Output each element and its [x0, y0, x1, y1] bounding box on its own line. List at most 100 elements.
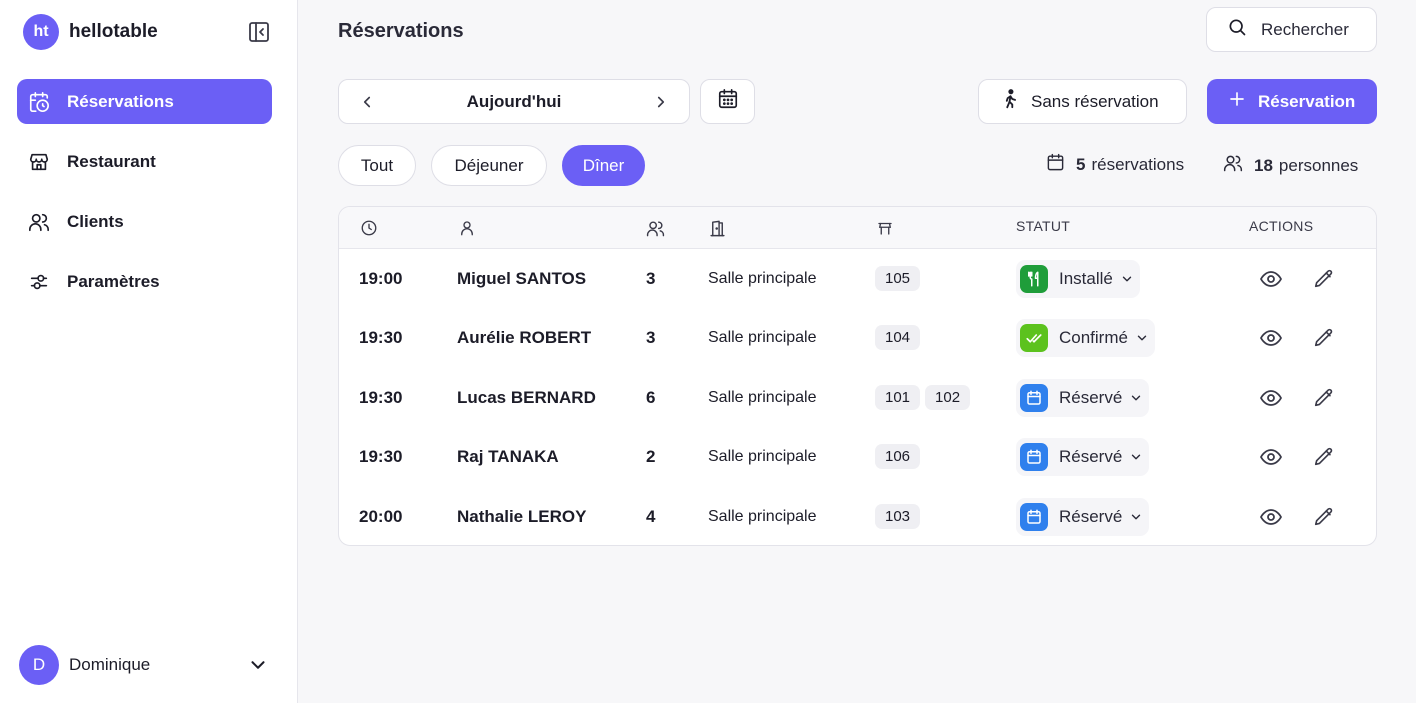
- table-row[interactable]: 19:30 Aurélie ROBERT 3 Salle principale …: [339, 308, 1376, 367]
- status-cell: Réservé: [1016, 368, 1150, 427]
- party-size: 4: [646, 506, 656, 526]
- table-numbers: 104: [875, 308, 925, 367]
- sidebar-item-label: Paramètres: [67, 271, 160, 291]
- pencil-icon[interactable]: [1313, 249, 1335, 308]
- chevron-down-icon: [247, 654, 269, 681]
- eye-icon[interactable]: [1259, 249, 1283, 308]
- guest-name[interactable]: Miguel SANTOS: [457, 249, 586, 308]
- door-icon[interactable]: [708, 219, 727, 241]
- table-numbers: 105: [875, 249, 925, 308]
- current-date-label[interactable]: Aujourd'hui: [339, 92, 689, 112]
- date-navigator: Aujourd'hui: [338, 79, 690, 124]
- calendar-clock-icon: [28, 91, 50, 113]
- sidebar: ht hellotable Réservations Restaurant Cl…: [0, 0, 298, 703]
- table-number-chip: 103: [875, 504, 921, 529]
- pencil-icon[interactable]: [1313, 427, 1335, 486]
- filter-diner[interactable]: Dîner: [562, 145, 645, 186]
- table-number-chip: 106: [875, 444, 921, 469]
- status-cell: Confirmé: [1016, 308, 1155, 367]
- column-header-actions: ACTIONS: [1249, 218, 1314, 234]
- filter-dejeuner[interactable]: Déjeuner: [431, 145, 547, 186]
- sidebar-item-clients[interactable]: Clients: [17, 199, 272, 244]
- party-size: 2: [646, 446, 656, 466]
- walk-in-button[interactable]: Sans réservation: [978, 79, 1187, 124]
- settings-sliders-icon: [28, 271, 50, 293]
- status-dropdown[interactable]: Réservé: [1016, 497, 1150, 536]
- guest-name[interactable]: Aurélie ROBERT: [457, 308, 591, 367]
- user-menu[interactable]: D Dominique: [19, 645, 271, 685]
- user-icon[interactable]: [458, 219, 476, 240]
- add-reservation-button[interactable]: Réservation: [1207, 79, 1377, 124]
- people-count-unit: personnes: [1278, 155, 1359, 175]
- reservation-time: 19:30: [359, 446, 403, 466]
- table-numbers: 106: [875, 427, 925, 486]
- table-number-chip: 102: [925, 385, 971, 410]
- chevron-down-icon: [1129, 450, 1143, 464]
- reservation-time: 19:30: [359, 387, 403, 407]
- chevron-down-icon: [1129, 391, 1143, 405]
- room-name: Salle principale: [708, 328, 817, 346]
- chevron-down-icon: [1135, 331, 1149, 345]
- people-count: 18 personnes: [1223, 153, 1358, 178]
- table-number-chip: 101: [875, 385, 921, 410]
- brand[interactable]: ht hellotable: [23, 14, 158, 50]
- status-dropdown[interactable]: Installé: [1016, 259, 1140, 298]
- avatar: D: [19, 645, 59, 685]
- fork-knife-icon: [1020, 264, 1048, 293]
- status-label: Réservé: [1059, 446, 1123, 466]
- users-icon: [28, 211, 50, 233]
- status-label: Réservé: [1059, 506, 1123, 526]
- users-icon: [1223, 153, 1243, 178]
- table-row[interactable]: 19:30 Raj TANAKA 2 Salle principale 106 …: [339, 427, 1376, 486]
- calendar-icon: [717, 88, 739, 115]
- pencil-icon[interactable]: [1313, 308, 1335, 367]
- chevron-right-icon[interactable]: [649, 90, 673, 114]
- guest-name[interactable]: Lucas BERNARD: [457, 368, 596, 427]
- store-icon: [28, 151, 50, 173]
- table-row[interactable]: 20:00 Nathalie LEROY 4 Salle principale …: [339, 487, 1376, 545]
- search-button[interactable]: Rechercher: [1206, 7, 1377, 52]
- pencil-icon[interactable]: [1313, 368, 1335, 427]
- app-name: hellotable: [69, 21, 158, 42]
- reservations-count-unit: réservations: [1091, 155, 1185, 174]
- table-row[interactable]: 19:30 Lucas BERNARD 6 Salle principale 1…: [339, 368, 1376, 427]
- pencil-icon[interactable]: [1313, 487, 1335, 545]
- status-dropdown[interactable]: Réservé: [1016, 437, 1150, 476]
- calendar-picker-button[interactable]: [700, 79, 755, 124]
- table-number-chip: 105: [875, 266, 921, 291]
- table-row[interactable]: 19:00 Miguel SANTOS 3 Salle principale 1…: [339, 249, 1376, 308]
- search-icon: [1227, 17, 1247, 42]
- clock-icon[interactable]: [360, 219, 378, 240]
- users-icon[interactable]: [646, 219, 665, 241]
- column-header-status[interactable]: STATUT: [1016, 218, 1070, 234]
- eye-icon[interactable]: [1259, 427, 1283, 486]
- reservations-count-value: 5: [1076, 155, 1086, 174]
- status-label: Installé: [1059, 268, 1113, 288]
- sidebar-item-reservations[interactable]: Réservations: [17, 79, 272, 124]
- user-name: Dominique: [69, 655, 151, 674]
- add-reservation-label: Réservation: [1258, 91, 1356, 111]
- reservation-time: 20:00: [359, 506, 403, 526]
- guest-name[interactable]: Nathalie LEROY: [457, 487, 586, 545]
- sidebar-item-parametres[interactable]: Paramètres: [17, 259, 272, 304]
- reservation-time: 19:30: [359, 327, 403, 347]
- filter-tout[interactable]: Tout: [338, 145, 416, 186]
- status-dropdown[interactable]: Confirmé: [1016, 318, 1155, 357]
- eye-icon[interactable]: [1259, 308, 1283, 367]
- calendar-icon: [1020, 383, 1048, 412]
- table-header: STATUT ACTIONS: [339, 207, 1376, 249]
- sidebar-item-restaurant[interactable]: Restaurant: [17, 139, 272, 184]
- collapse-sidebar-icon[interactable]: [247, 20, 271, 44]
- calendar-icon: [1046, 153, 1065, 177]
- eye-icon[interactable]: [1259, 487, 1283, 545]
- status-cell: Installé: [1016, 249, 1140, 308]
- status-dropdown[interactable]: Réservé: [1016, 378, 1150, 417]
- eye-icon[interactable]: [1259, 368, 1283, 427]
- sidebar-item-label: Réservations: [67, 91, 174, 111]
- walking-person-icon: [999, 88, 1021, 115]
- reservation-time: 19:00: [359, 268, 403, 288]
- table-icon[interactable]: [876, 219, 894, 240]
- logo: ht: [23, 14, 59, 50]
- table-numbers: 103: [875, 487, 925, 545]
- guest-name[interactable]: Raj TANAKA: [457, 427, 559, 486]
